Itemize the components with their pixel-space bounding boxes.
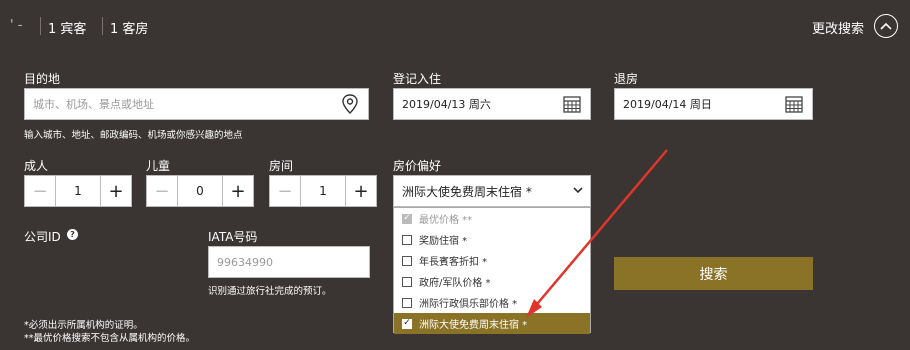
annotation-arrow — [526, 149, 668, 318]
